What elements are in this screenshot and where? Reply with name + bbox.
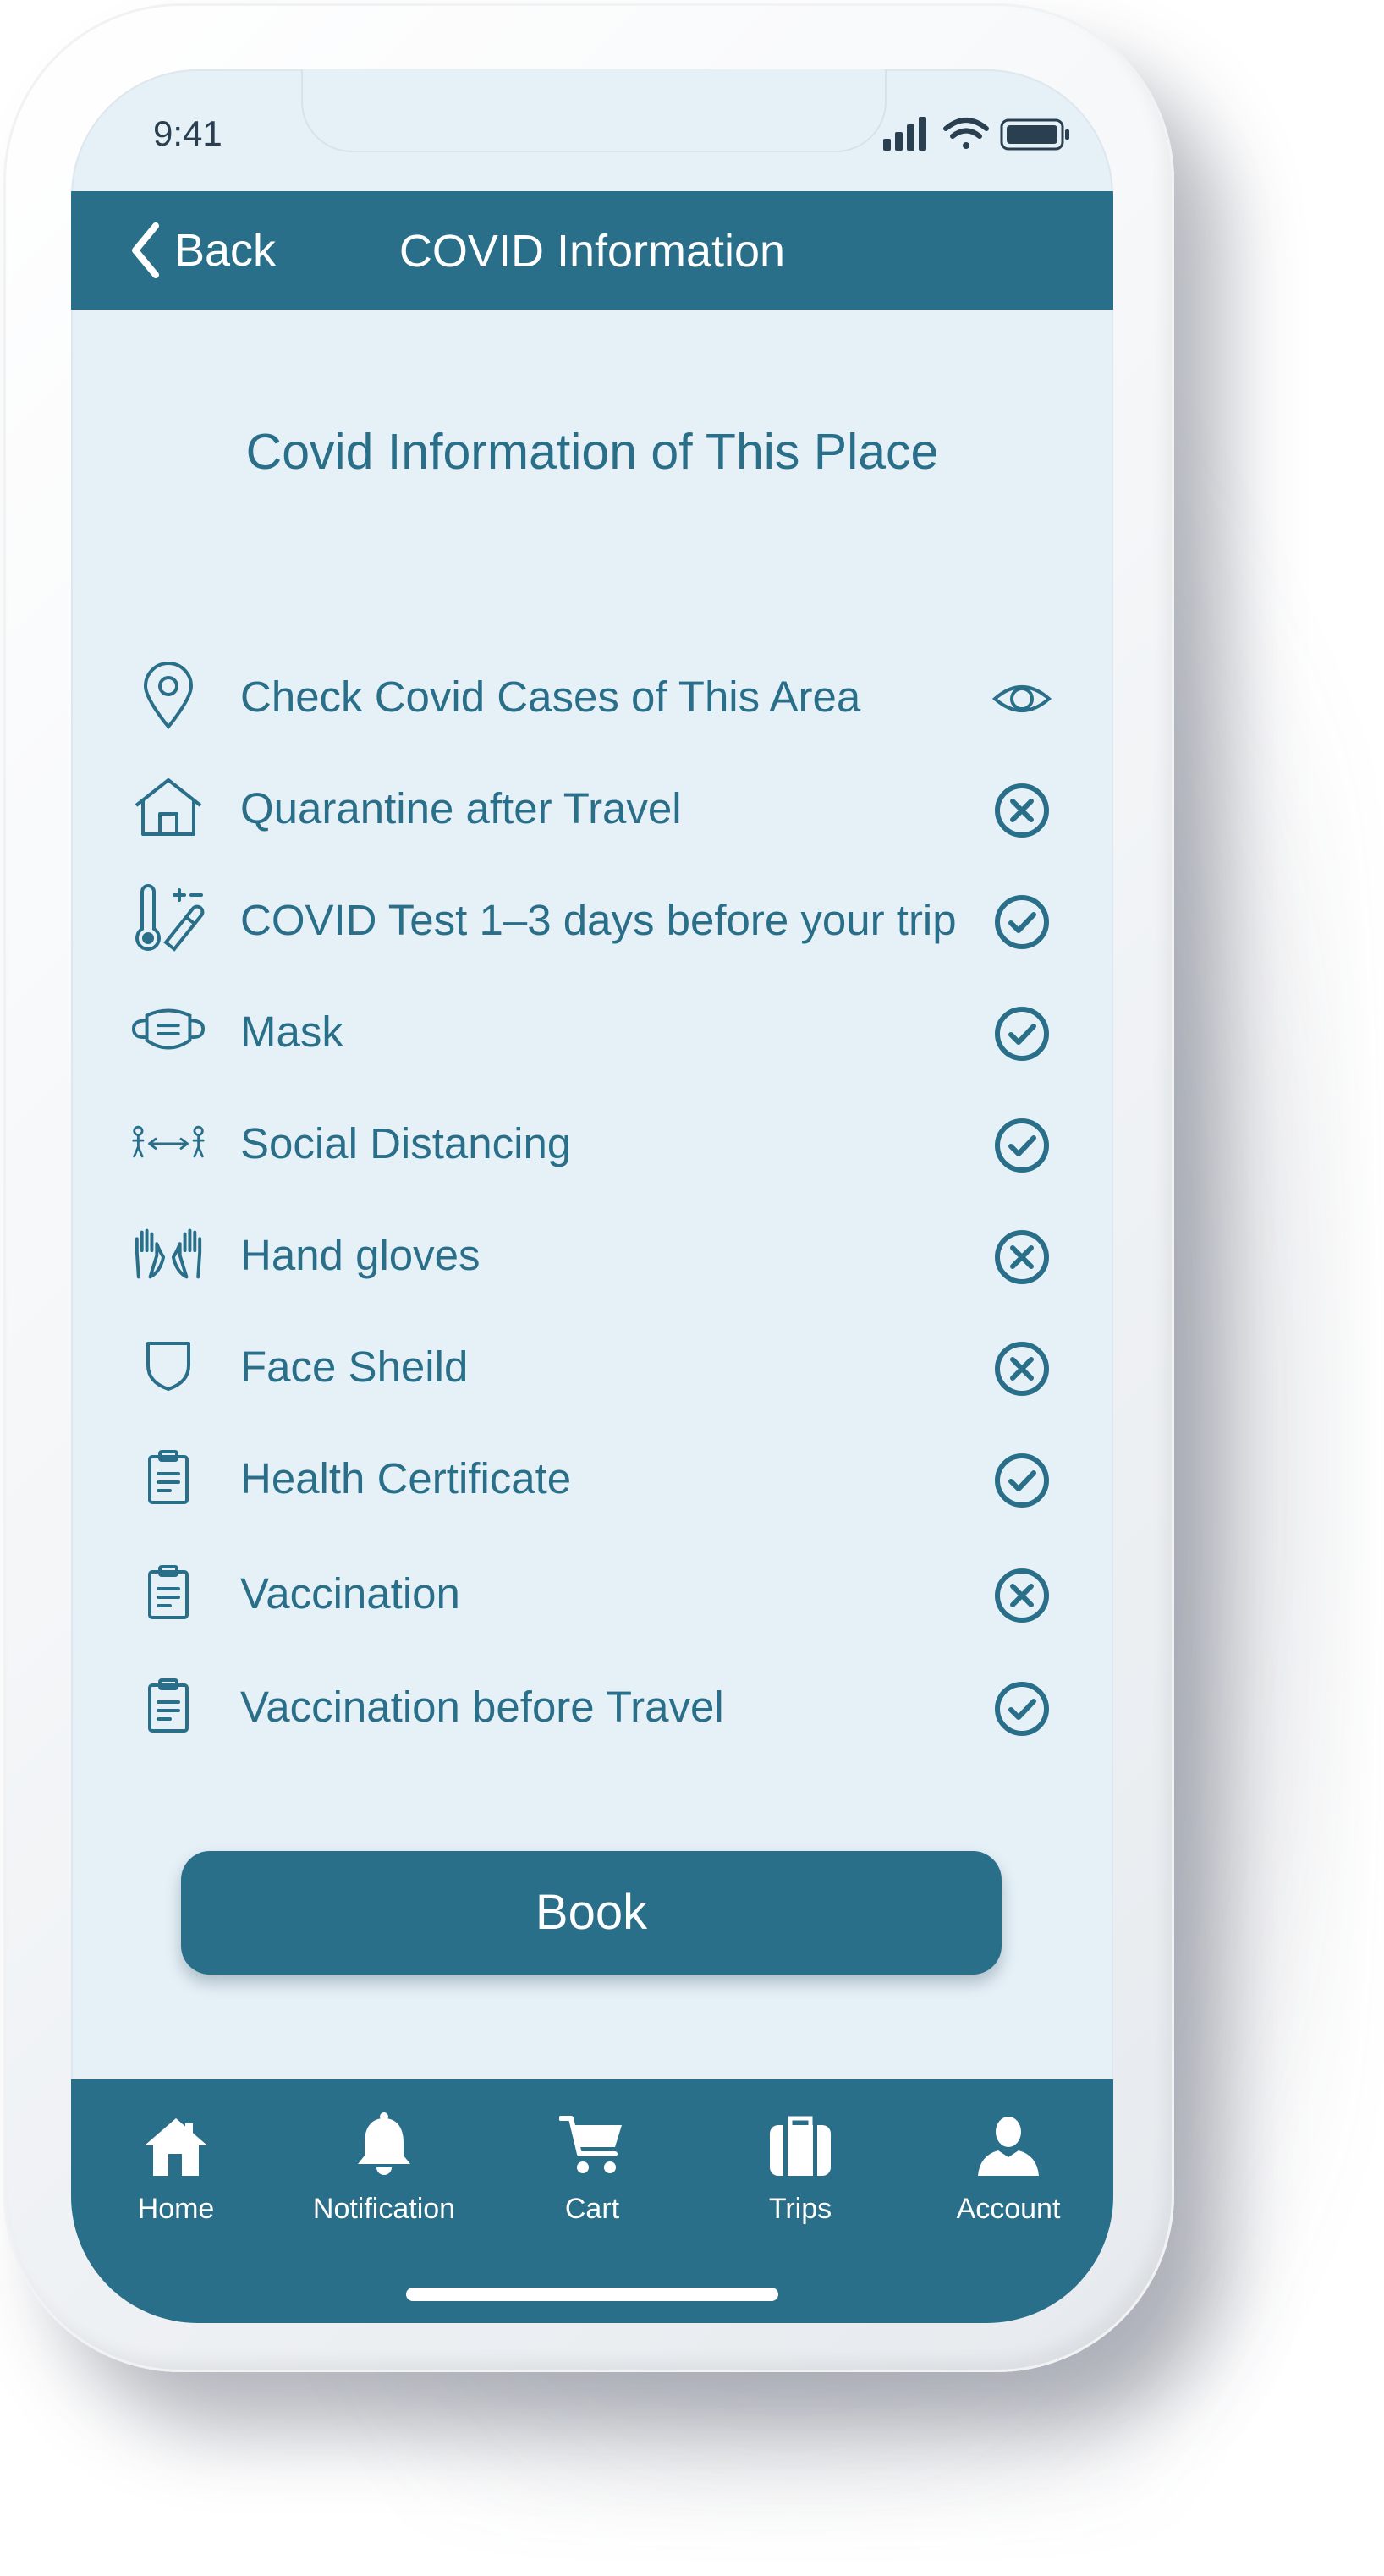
rule-row-hand-gloves[interactable]: Hand gloves [71,1203,1113,1304]
check-circle-icon[interactable] [991,892,1052,953]
clipboard-icon [130,1670,206,1741]
tab-label: Cart [564,2193,620,2225]
tab-home[interactable]: Home [83,2101,269,2228]
x-circle-icon[interactable] [991,1565,1052,1626]
suitcase-icon [707,2101,893,2178]
rule-label: Social Distancing [240,1119,572,1167]
x-circle-icon[interactable] [991,780,1052,841]
phone-screen: 9:41 Back COVID Information Covid Inform… [71,69,1113,2323]
tab-cart[interactable]: Cart [499,2101,685,2228]
rule-row-health-certificate[interactable]: Health Certificate [71,1426,1113,1528]
rule-label: Hand gloves [240,1231,481,1279]
page-heading: Covid Information of This Place [245,424,939,480]
rule-row-quarantine[interactable]: Quarantine after Travel [71,756,1113,858]
house-icon [130,772,206,843]
user-icon [915,2101,1101,2178]
tab-label: Account [956,2193,1061,2225]
rule-row-face-shield[interactable]: Face Sheild [71,1315,1113,1416]
clipboard-icon [130,1442,206,1513]
thermometer-dropper-icon [130,883,206,954]
home-icon [83,2101,269,2178]
rule-label: COVID Test 1–3 days before your trip [240,896,957,944]
rule-label: Quarantine after Travel [240,784,682,832]
rule-row-mask[interactable]: Mask [71,980,1113,1081]
rule-row-check-cases[interactable]: Check Covid Cases of This Area [71,645,1113,746]
eye-icon[interactable] [991,668,1052,729]
rule-label: Health Certificate [240,1454,572,1502]
status-icons [883,113,1086,156]
app-bar-title: COVID Information [398,226,786,277]
x-circle-icon[interactable] [991,1338,1052,1399]
check-circle-icon[interactable] [991,1450,1052,1511]
cart-icon [499,2101,685,2178]
check-circle-icon[interactable] [991,1115,1052,1176]
rule-label: Vaccination [240,1569,460,1618]
bottom-tab-bar: Home Notification Cart Trips Account [71,2079,1113,2323]
check-circle-icon[interactable] [991,1678,1052,1739]
battery-icon [1000,118,1069,151]
rule-row-vaccination[interactable]: Vaccination [71,1541,1113,1643]
rule-row-vaccination-before-travel[interactable]: Vaccination before Travel [71,1655,1113,1756]
social-distancing-icon [130,1107,206,1178]
bell-icon [291,2101,477,2178]
rule-label: Mask [240,1008,343,1056]
rule-label: Vaccination before Travel [240,1683,724,1731]
rule-label: Check Covid Cases of This Area [240,673,861,721]
tab-label: Trips [768,2193,832,2225]
notch [301,69,887,152]
shield-icon [130,1330,206,1401]
rule-row-covid-test[interactable]: COVID Test 1–3 days before your trip [71,868,1113,969]
status-time: 9:41 [153,113,222,153]
tab-label: Notification [312,2193,456,2225]
hands-icon [130,1218,206,1289]
tab-account[interactable]: Account [915,2101,1101,2228]
tab-trips[interactable]: Trips [707,2101,893,2228]
app-bar: Back COVID Information [71,191,1113,310]
rule-row-social-distancing[interactable]: Social Distancing [71,1091,1113,1193]
check-circle-icon[interactable] [991,1003,1052,1064]
home-indicator[interactable] [406,2288,778,2301]
tab-label: Home [137,2193,215,2225]
cellular-signal-icon [883,117,926,151]
location-pin-icon [130,660,206,731]
rule-label: Face Sheild [240,1343,469,1391]
tab-notification[interactable]: Notification [291,2101,477,2228]
mask-icon [130,995,206,1066]
book-button[interactable]: Book [181,1851,1002,1975]
clipboard-icon [130,1557,206,1628]
phone-frame: 9:41 Back COVID Information Covid Inform… [3,3,1174,2372]
wifi-icon [943,118,989,149]
x-circle-icon[interactable] [991,1227,1052,1288]
